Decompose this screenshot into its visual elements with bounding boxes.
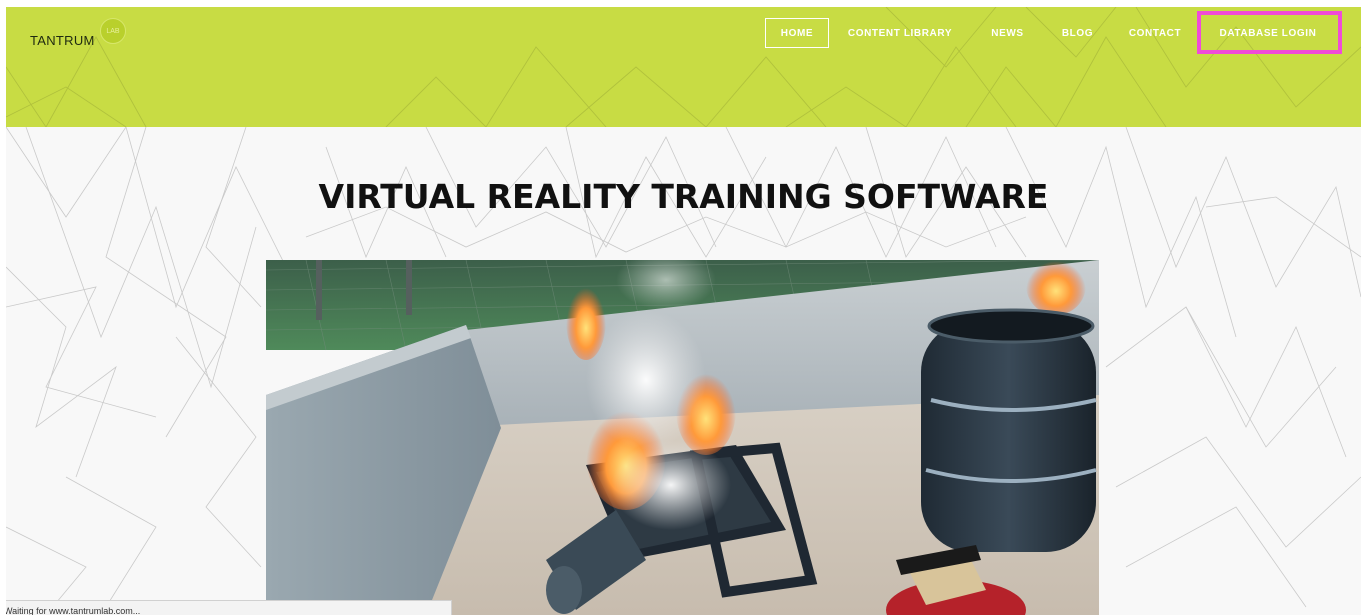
nav-blog[interactable]: BLOG xyxy=(1055,18,1100,48)
logo-wordmark: TANTRUM xyxy=(30,32,95,48)
site-logo[interactable]: TANTRUM LAB xyxy=(30,18,126,54)
logo-badge: LAB xyxy=(100,18,126,44)
nav-content-library[interactable]: CONTENT LIBRARY xyxy=(845,18,955,48)
nav-home[interactable]: HOME xyxy=(765,18,829,48)
nav-database-login[interactable]: DATABASE LOGIN xyxy=(1213,18,1323,48)
hero-image xyxy=(266,260,1099,615)
web-page: TANTRUM LAB HOME CONTENT LIBRARY NEWS BL… xyxy=(6,7,1361,615)
nav-news[interactable]: NEWS xyxy=(985,18,1030,48)
page-title: VIRTUAL REALITY TRAINING SOFTWARE xyxy=(318,177,1049,216)
nav-contact[interactable]: CONTACT xyxy=(1125,18,1185,48)
browser-status-bar: Waiting for www.tantrumlab.com... xyxy=(6,600,452,615)
